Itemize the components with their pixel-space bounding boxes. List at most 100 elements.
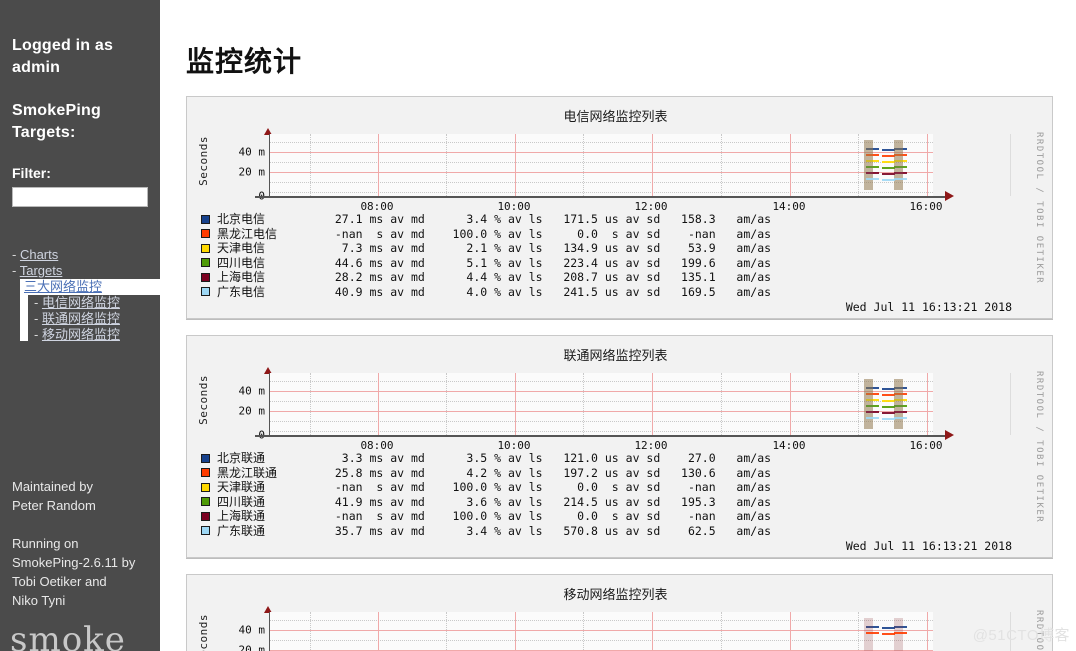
gridline-minor [721,134,722,196]
legend-row: 四川联通 41.9 ms av md 3.6 % av ls 214.5 us … [201,495,1046,510]
gridline-minor [583,612,584,651]
plot-area: Seconds40 m20 m008:0010:0012:0014:0016:0… [193,367,1046,523]
dash-marker: - [34,327,42,343]
legend-median-value: -nan s av md [321,509,425,523]
gridline-minor [583,134,584,196]
gridline-minor [270,192,933,193]
legend-median-value: 3.3 ms av md [321,451,425,465]
legend-series-name: 天津联通 [217,480,266,494]
gridline-major [378,612,379,651]
legend-sdev-value: 0.0 s av sd [542,226,661,241]
targets-heading: SmokePing Targets: [12,102,101,141]
sidebar-item-mobile[interactable]: - 移动网络监控 [20,327,148,343]
sidebar-item-telecom[interactable]: - 电信网络监控 [20,295,148,311]
gridline-minor [270,421,933,422]
legend-loss-value: 4.4 % av ls [424,270,543,284]
y-axis-tick: 40 m [238,384,266,398]
sidebar-item-unicom-label: 联通网络监控 [41,311,120,327]
legend-median-value: 28.2 ms av md [321,270,425,284]
legend-series-name: 天津电信 [217,241,266,255]
legend-loss-value: 100.0 % av ls [424,480,543,494]
x-axis-tick: 10:00 [497,200,531,213]
gridline-minor [270,182,933,183]
legend-sdev-value: 0.0 s av sd [542,509,661,523]
y-axis-tick: 40 m [238,145,266,159]
gridline-minor [310,612,311,651]
legend-color-swatch [201,287,210,297]
gridline-major [927,373,928,435]
legend-row: 天津电信 7.3 ms av md 2.1 % av ls 134.9 us a… [201,241,1046,256]
sidebar-item-selected[interactable]: 三大网络监控 [20,279,160,296]
plot-area: Seconds40 m20 m008:0010:0012:0014:0016:0… [193,606,1046,651]
legend-sdev-value: 0.0 s av sd [542,480,661,494]
legend-loss-value: 5.1 % av ls [424,255,543,270]
y-axis-ticks: 40 m20 m0 [219,608,266,651]
legend-series-name: 上海联通 [217,509,266,523]
x-axis-tick: 16:00 [909,200,943,213]
legend-color-swatch [201,497,210,507]
plot-canvas [269,612,1011,651]
legend-loss-value: 3.5 % av ls [424,451,543,465]
legend-median-value: 41.9 ms av md [321,494,425,509]
x-axis-tick: 12:00 [634,439,668,452]
legend-series-name: 广东电信 [217,284,266,299]
data-band [894,618,903,651]
smokeping-page: Logged in as admin SmokePing Targets: Fi… [0,0,1076,651]
running-on-line1: Running on [12,536,79,551]
gridline-minor [721,612,722,651]
legend-color-swatch [201,214,210,224]
legend-amas-value: -nan am/as [660,226,772,241]
gridline-major [515,134,516,196]
gridline-major [652,612,653,651]
x-axis-arrow [945,430,954,440]
gridline-minor [858,612,859,651]
legend-color-swatch [201,272,210,282]
gridline-minor [446,612,447,651]
sidebar-item-selected-label: 三大网络监控 [24,279,103,295]
filter-input[interactable] [12,187,148,208]
chart-panel[interactable]: 移动网络监控列表Seconds40 m20 m008:0010:0012:001… [186,574,1053,651]
legend-median-value: -nan s av md [321,226,425,241]
legend-median-value: 44.6 ms av md [321,255,425,270]
sidebar-item-charts[interactable]: - Charts [12,247,148,263]
x-axis-arrow [945,191,954,201]
sidebar-nav: - Charts - Targets 三大网络监控 - 电信网络监控 - 联通网… [12,247,160,343]
gridline-major [270,411,933,412]
graph-timestamp: Wed Jul 11 16:13:21 2018 [845,539,1012,553]
page-title: 监控统计 [186,46,303,77]
x-axis-line [255,435,947,437]
gridline-major [927,612,928,651]
gridline-minor [270,381,933,382]
y-axis-label: Seconds [197,614,210,651]
gridline-minor [858,134,859,196]
gridline-major [927,134,928,196]
legend-amas-value: 135.1 am/as [660,270,772,284]
gridline-major [790,134,791,196]
legend-median-value: 27.1 ms av md [321,212,425,226]
maintained-by-line2: Peter Random [12,498,96,513]
legend-amas-value: 27.0 am/as [660,451,772,465]
gridline-minor [270,401,933,402]
site-watermark: @51CTO博客 [972,627,1070,644]
legend-row: 广东联通 35.7 ms av md 3.4 % av ls 570.8 us … [201,524,1046,539]
gridline-minor [310,134,311,196]
legend-series-name: 四川电信 [217,255,266,270]
running-on-line2: SmokePing-2.6.11 by [12,555,136,570]
gridline-major [270,630,933,631]
legend-amas-value: -nan am/as [660,509,772,523]
maintained-by-text: Maintained by Peter Random [12,477,96,515]
sidebar-item-targets[interactable]: - Targets [12,263,148,279]
y-axis-label: Seconds [197,375,210,425]
legend-row: 天津联通 -nan s av md 100.0 % av ls 0.0 s av… [201,480,1046,495]
chart-panel[interactable]: 联通网络监控列表 Seconds 40 m 20 m 0 08:00 10:00 12:00 1… [186,335,1053,558]
gridline-major [652,373,653,435]
legend-loss-value: 100.0 % av ls [424,226,543,241]
legend-color-swatch [201,511,210,521]
plot-right-edge [1010,134,1011,196]
x-axis-tick: 14:00 [772,200,806,213]
sidebar-item-unicom[interactable]: - 联通网络监控 [20,311,148,327]
legend-loss-value: 3.4 % av ls [424,212,543,226]
gridline-major [378,373,379,435]
graph-timestamp: Wed Jul 11 16:13:21 2018 [845,300,1012,314]
chart-panel[interactable]: 电信网络监控列表 Seconds 40 m 20 m 0 08:00 10:00 12:00 1… [186,96,1053,319]
